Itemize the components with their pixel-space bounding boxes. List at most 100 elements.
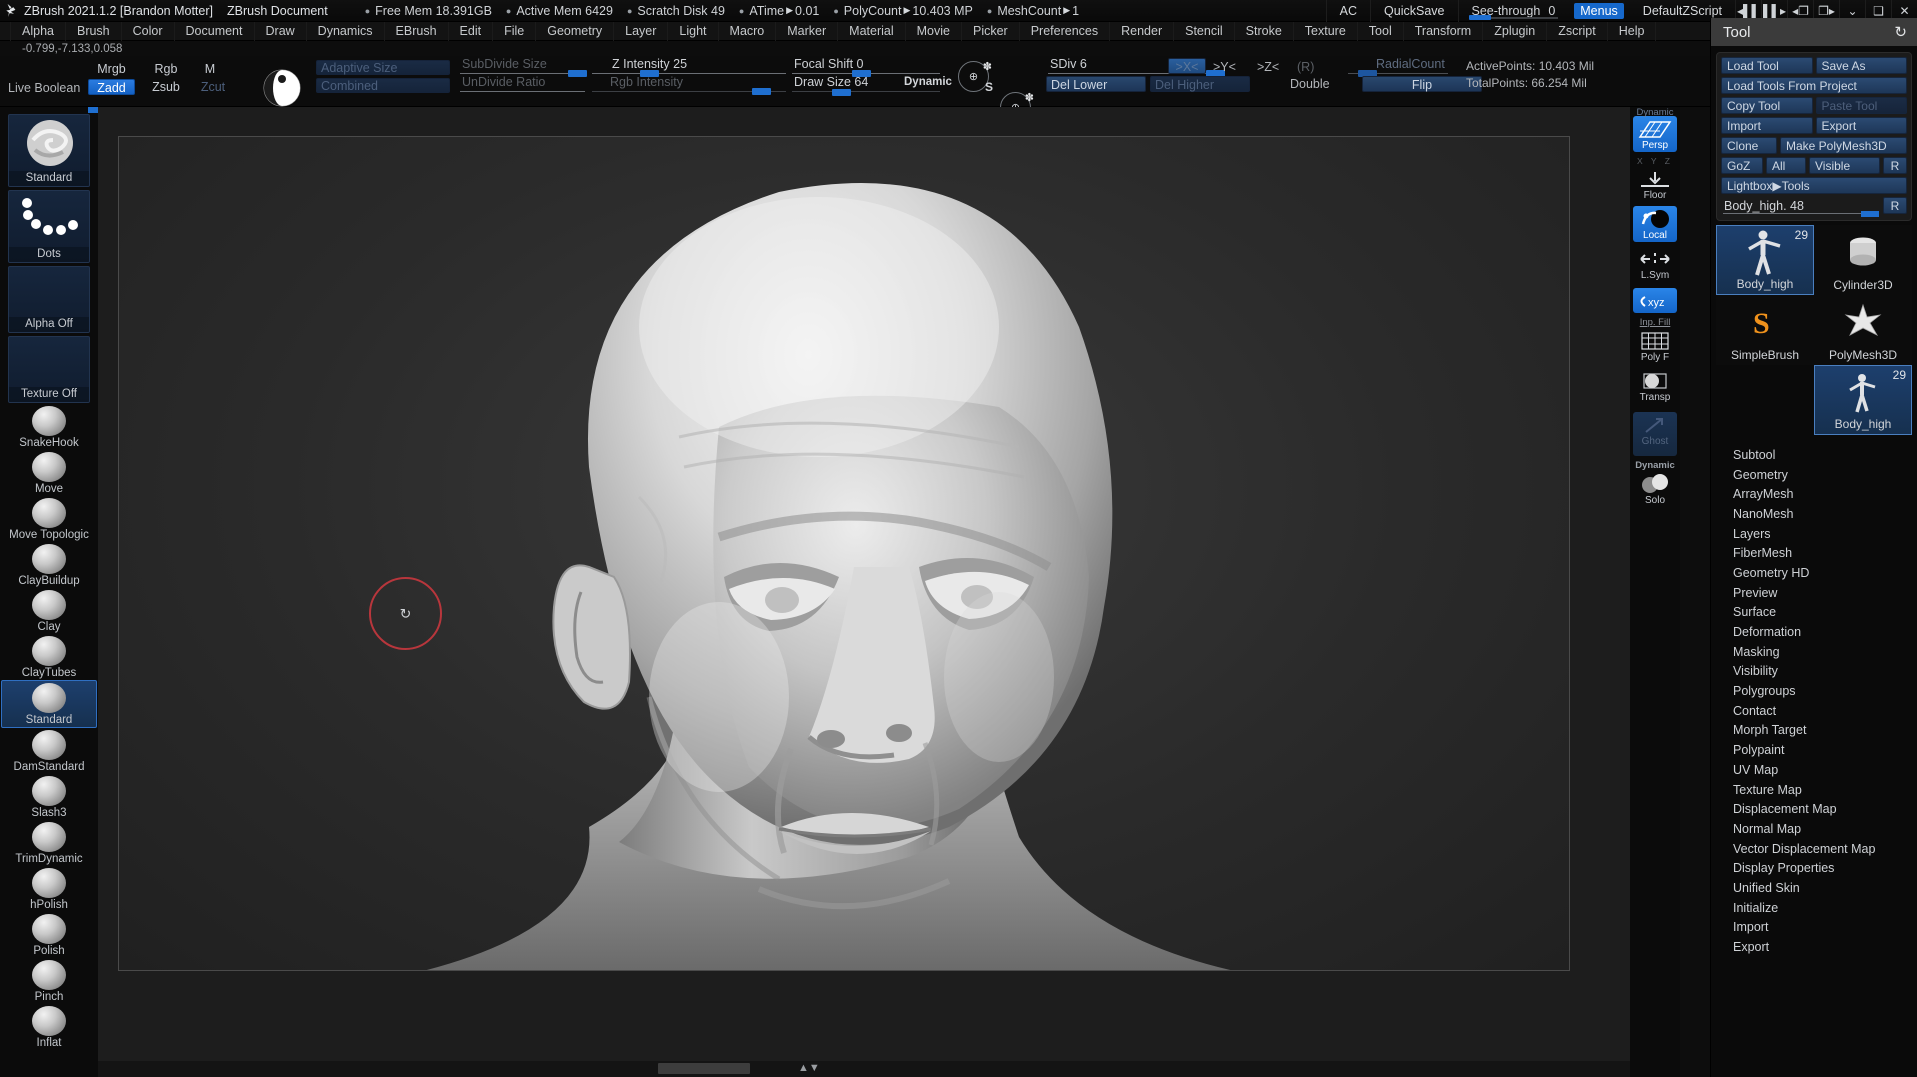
menu-item-geometry[interactable]: Geometry [536, 21, 615, 41]
menu-item-picker[interactable]: Picker [962, 21, 1020, 41]
menu-item-edit[interactable]: Edit [449, 21, 494, 41]
focal-shift-slider[interactable]: Focal Shift 0 [792, 57, 940, 77]
transp-toggle[interactable]: Transp [1633, 368, 1677, 404]
subpalette-normal-map[interactable]: Normal Map [1711, 819, 1917, 839]
subpalette-subtool[interactable]: Subtool [1711, 445, 1917, 465]
menu-item-file[interactable]: File [493, 21, 537, 41]
menu-item-texture[interactable]: Texture [1294, 21, 1358, 41]
combined-button[interactable]: Combined [316, 78, 450, 93]
zcut-button[interactable]: Zcut [194, 79, 232, 95]
menus-toggle-button[interactable]: Menus [1574, 2, 1624, 19]
brush-item-move-topologic[interactable]: Move Topologic [1, 498, 97, 542]
radial-count-slider[interactable]: RadialCount [1348, 57, 1448, 77]
menu-item-document[interactable]: Document [175, 21, 255, 41]
subpalette-deformation[interactable]: Deformation [1711, 622, 1917, 642]
subpalette-morph-target[interactable]: Morph Target [1711, 721, 1917, 741]
subpalette-polygroups[interactable]: Polygroups [1711, 681, 1917, 701]
material-sphere-icon[interactable] [262, 68, 302, 111]
sculpted-head-model[interactable] [119, 137, 1570, 971]
tool-thumb-simplebrush[interactable]: S SimpleBrush [1716, 295, 1814, 365]
subpalette-initialize[interactable]: Initialize [1711, 898, 1917, 918]
dynamic-size-s-icon[interactable]: ⊕ S ✽ [958, 61, 993, 94]
del-lower-button[interactable]: Del Lower [1046, 76, 1146, 92]
menu-item-light[interactable]: Light [668, 21, 719, 41]
rgb-intensity-slider[interactable]: Rgb Intensity [592, 75, 786, 95]
menu-item-dynamics[interactable]: Dynamics [307, 21, 385, 41]
draw-size-knob[interactable] [832, 89, 851, 96]
subpalette-layers[interactable]: Layers [1711, 524, 1917, 544]
subpalette-texture-map[interactable]: Texture Map [1711, 780, 1917, 800]
subpalette-unified-skin[interactable]: Unified Skin [1711, 878, 1917, 898]
inp-fill-label[interactable]: Inp. Fill [1630, 317, 1680, 328]
copy-tool-button[interactable]: Copy Tool [1721, 97, 1813, 114]
export-button[interactable]: Export [1815, 117, 1907, 134]
menu-item-preferences[interactable]: Preferences [1020, 21, 1111, 41]
refresh-icon[interactable]: ↻ [1894, 23, 1907, 41]
menu-item-color[interactable]: Color [122, 21, 175, 41]
canvas-area[interactable]: ↻ ▲▼ [98, 107, 1630, 1077]
save-as-button[interactable]: Save As [1815, 57, 1907, 74]
menu-item-layer[interactable]: Layer [614, 21, 669, 41]
subpalette-surface[interactable]: Surface [1711, 603, 1917, 623]
menu-item-ebrush[interactable]: EBrush [385, 21, 449, 41]
menu-item-movie[interactable]: Movie [906, 21, 962, 41]
undivide-ratio-slider[interactable]: UnDivide Ratio [460, 75, 585, 92]
scroll-up-arrow-icon[interactable]: ▲▼ [798, 1062, 820, 1074]
zsub-button[interactable]: Zsub [146, 79, 186, 95]
del-higher-button[interactable]: Del Higher [1150, 76, 1250, 92]
brush-item-standard[interactable]: Standard [1, 680, 97, 728]
canvas-bottom-scrollbar[interactable]: ▲▼ [98, 1061, 1630, 1077]
symmetry-x-button[interactable]: >X< [1168, 58, 1206, 74]
subpalette-preview[interactable]: Preview [1711, 583, 1917, 603]
menu-item-stencil[interactable]: Stencil [1174, 21, 1235, 41]
menu-item-tool[interactable]: Tool [1358, 21, 1404, 41]
load-tools-from-project-button[interactable]: Load Tools From Project [1721, 77, 1907, 94]
solo-toggle[interactable]: Solo [1633, 471, 1677, 507]
subpalette-contact[interactable]: Contact [1711, 701, 1917, 721]
polyframe-toggle[interactable]: Poly F [1633, 328, 1677, 364]
persp-toggle[interactable]: Persp [1633, 116, 1677, 152]
live-boolean-button[interactable]: Live Boolean [8, 81, 80, 95]
rgb-intensity-knob[interactable] [752, 88, 771, 95]
menu-item-draw[interactable]: Draw [255, 21, 307, 41]
brush-item-clay[interactable]: Clay [1, 590, 97, 634]
all-button[interactable]: All [1766, 157, 1806, 174]
subpalette-import[interactable]: Import [1711, 918, 1917, 938]
goz-r-button[interactable]: R [1883, 157, 1907, 174]
current-texture-tile[interactable]: Texture Off [8, 336, 90, 403]
menu-item-transform[interactable]: Transform [1404, 21, 1484, 41]
brush-item-damstandard[interactable]: DamStandard [1, 730, 97, 774]
brush-item-claybuildup[interactable]: ClayBuildup [1, 544, 97, 588]
subpalette-geometry-hd[interactable]: Geometry HD [1711, 563, 1917, 583]
document-canvas[interactable]: ↻ [118, 136, 1570, 971]
current-alpha-tile[interactable]: Alpha Off [8, 266, 90, 333]
lightbox-tools-button[interactable]: Lightbox▶Tools [1721, 177, 1907, 194]
subpalette-arraymesh[interactable]: ArrayMesh [1711, 484, 1917, 504]
rgb-button[interactable]: Rgb [146, 62, 186, 77]
scrollbar-thumb[interactable] [658, 1063, 750, 1074]
mrgb-button[interactable]: Mrgb [88, 62, 135, 77]
menu-item-zplugin[interactable]: Zplugin [1483, 21, 1548, 41]
xyz-toggle[interactable]: xyz [1633, 288, 1677, 313]
subpalette-visibility[interactable]: Visibility [1711, 662, 1917, 682]
subpalette-masking[interactable]: Masking [1711, 642, 1917, 662]
subpalette-polypaint[interactable]: Polypaint [1711, 740, 1917, 760]
ac-button[interactable]: AC [1325, 0, 1370, 22]
menu-item-marker[interactable]: Marker [776, 21, 839, 41]
see-through-knob[interactable] [1468, 14, 1491, 20]
tool-name-r-button[interactable]: R [1883, 197, 1907, 214]
tool-thumb-polymesh3d[interactable]: PolyMesh3D [1814, 295, 1912, 365]
see-through-slider[interactable]: See-through 0 [1457, 0, 1569, 22]
make-polymesh3d-button[interactable]: Make PolyMesh3D [1780, 137, 1907, 154]
m-button[interactable]: M [194, 62, 226, 77]
symmetry-r-button[interactable]: (R) [1297, 60, 1314, 74]
current-stroke-tile[interactable]: Dots [8, 190, 90, 263]
tool-name-knob[interactable] [1861, 211, 1879, 217]
brush-item-trimdynamic[interactable]: TrimDynamic [1, 822, 97, 866]
brush-item-move[interactable]: Move [1, 452, 97, 496]
subpalette-display-properties[interactable]: Display Properties [1711, 858, 1917, 878]
menu-item-material[interactable]: Material [838, 21, 906, 41]
local-toggle[interactable]: Local [1633, 206, 1677, 242]
paste-tool-button[interactable]: Paste Tool [1815, 97, 1907, 114]
subpalette-geometry[interactable]: Geometry [1711, 465, 1917, 485]
